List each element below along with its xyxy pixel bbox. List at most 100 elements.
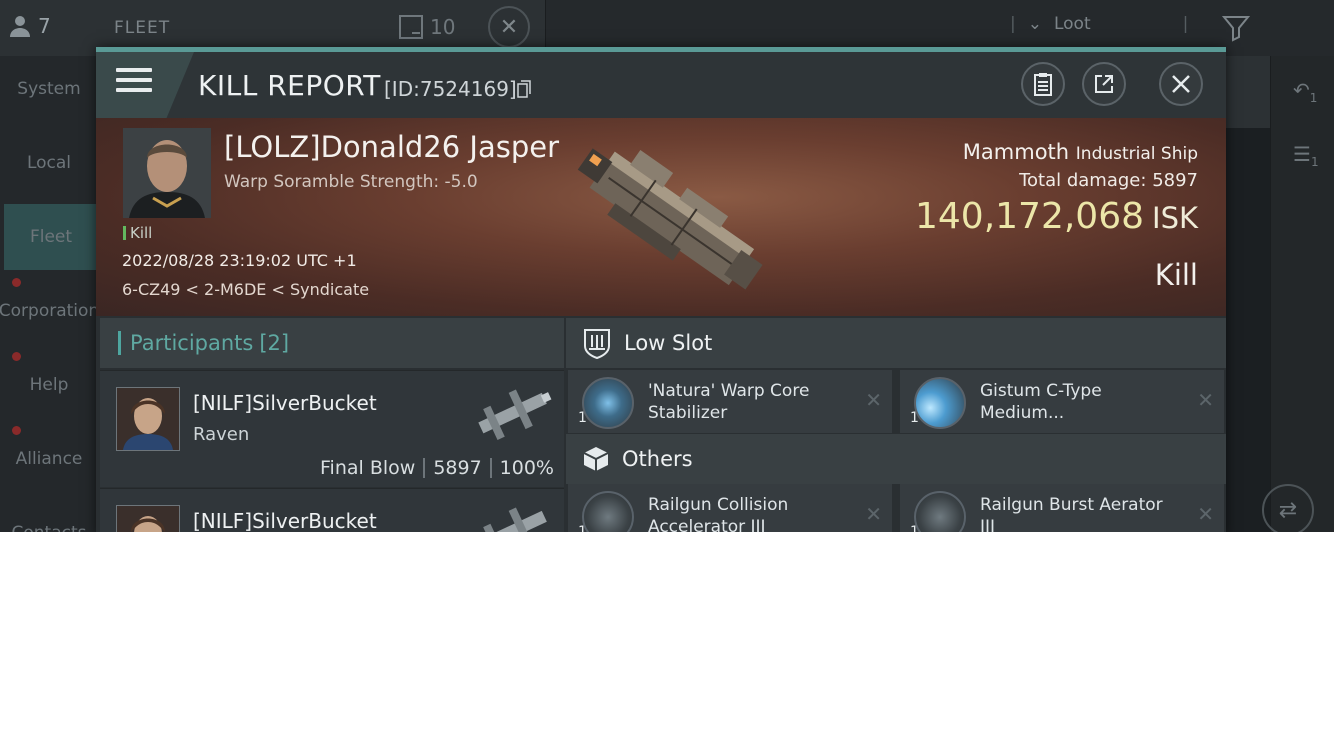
reply-icon: ↶ <box>1293 78 1310 102</box>
destroyed-x-icon: ✕ <box>865 388 882 412</box>
victim-name: [LOLZ]Donald26 Jasper <box>224 130 560 164</box>
kill-location[interactable]: 6-CZ49 < 2-M6DE < Syndicate <box>122 280 369 299</box>
participant-portrait <box>116 505 180 532</box>
participant-row[interactable]: [NILF]SilverBucket <box>100 488 564 532</box>
nav-help[interactable]: Help <box>0 352 98 418</box>
list-button[interactable]: ☰1 <box>1293 142 1319 169</box>
swap-button[interactable]: ⇄ <box>1262 484 1314 532</box>
list-icon: ☰ <box>1293 142 1311 166</box>
participant-damage: 5897 <box>433 457 482 479</box>
clipboard-icon <box>1034 73 1052 96</box>
item-quantity: 1 <box>910 410 919 426</box>
section-bar <box>118 331 121 355</box>
destroyed-x-icon: ✕ <box>865 502 882 526</box>
kill-report-window: KILL REPORT [ID:7524169] [LOLZ]Donald26 … <box>96 47 1226 532</box>
pilot-portrait-icon <box>117 388 179 450</box>
reply-button[interactable]: ↶1 <box>1293 78 1317 105</box>
participants-count: [2] <box>259 331 290 355</box>
fitting-item[interactable]: 1 Railgun Collision Accelerator III ✕ <box>568 484 892 532</box>
fitting-item[interactable]: 1 Gistum C-Type Medium... ✕ <box>900 370 1224 433</box>
railgun-rig-icon <box>582 491 634 532</box>
hamburger-menu-icon[interactable] <box>116 68 152 98</box>
side-panel <box>1226 56 1270 128</box>
low-slot-title: Low Slot <box>624 331 713 355</box>
low-slot-header: Low Slot <box>566 318 1226 368</box>
member-count-value: 7 <box>38 14 51 38</box>
item-quantity: 1 <box>578 524 587 532</box>
kill-result: Kill <box>1154 258 1198 292</box>
fitting-item[interactable]: 1 Railgun Burst Aerator III ✕ <box>900 484 1224 532</box>
warp-scramble-strength: Warp Soramble Strength: -5.0 <box>224 172 478 192</box>
clipboard-button[interactable] <box>1021 62 1065 106</box>
kill-tag-bar <box>123 226 126 240</box>
kill-banner: [LOLZ]Donald26 Jasper Warp Soramble Stre… <box>96 118 1226 316</box>
copy-icon[interactable] <box>517 80 531 98</box>
nav-fleet[interactable]: Fleet <box>4 204 98 270</box>
divider <box>423 458 426 478</box>
nav-corporation[interactable]: Corporation <box>0 278 99 344</box>
isk-value: 140,172,068 ISK <box>915 196 1198 237</box>
railgun-rig-icon <box>914 491 966 532</box>
loot-dropdown[interactable]: | ⌄ Loot | <box>1010 14 1188 34</box>
kill-tag-label: Kill <box>130 224 153 242</box>
left-nav: System Local Fleet Corporation Help Alli… <box>0 56 99 532</box>
pilot-portrait-icon <box>117 506 179 532</box>
member-count[interactable]: 7 <box>8 14 51 38</box>
participant-ship: Raven <box>193 424 250 445</box>
loot-label: Loot <box>1053 14 1091 34</box>
fitting-item[interactable]: 1 'Natura' Warp Core Stabilizer ✕ <box>568 370 892 433</box>
divider <box>489 458 492 478</box>
ship-name: Mammoth Industrial Ship <box>963 140 1198 164</box>
close-icon: ✕ <box>499 14 519 40</box>
kill-timestamp: 2022/08/28 23:19:02 UTC +1 <box>122 251 357 270</box>
swap-icon: ⇄ <box>1278 497 1298 523</box>
item-quantity: 1 <box>578 410 587 426</box>
total-damage-value: 5897 <box>1152 170 1198 191</box>
item-name: Railgun Collision Accelerator III <box>648 495 789 532</box>
share-icon <box>1095 75 1113 93</box>
close-button[interactable] <box>1159 62 1203 106</box>
warp-core-stabilizer-icon <box>582 377 634 429</box>
mammoth-ship-image <box>577 148 763 290</box>
fleet-capacity[interactable]: 10 <box>398 14 455 40</box>
kill-report-id: [ID:7524169] <box>384 77 517 101</box>
nav-contacts[interactable]: Contacts <box>0 500 98 532</box>
final-blow-label: Final Blow <box>320 457 416 479</box>
nav-alliance[interactable]: Alliance <box>0 426 98 492</box>
cargo-box-icon <box>583 447 609 471</box>
participants-title: Participants <box>130 331 254 355</box>
kill-report-header: KILL REPORT [ID:7524169] <box>96 52 1226 118</box>
ship-name-value: Mammoth <box>962 140 1070 164</box>
isk-amount: 140,172,068 <box>914 196 1145 237</box>
item-name: Railgun Burst Aerator III <box>980 495 1163 532</box>
fleet-close-button[interactable]: ✕ <box>488 6 530 48</box>
victim-portrait[interactable] <box>123 128 211 218</box>
fleet-title: FLEET <box>114 18 171 38</box>
close-icon <box>1172 75 1190 93</box>
item-quantity: 1 <box>910 524 919 532</box>
low-slot-icon <box>584 329 610 359</box>
fittings-panel: Low Slot 1 'Natura' Warp Core Stabilizer… <box>566 318 1226 532</box>
item-name: Gistum C-Type Medium... <box>980 381 1102 423</box>
destroyed-x-icon: ✕ <box>1197 502 1214 526</box>
divider: | <box>1010 14 1016 34</box>
participant-damage-percent: 100% <box>499 457 554 479</box>
others-title: Others <box>622 447 693 471</box>
nav-local[interactable]: Local <box>0 130 98 196</box>
window-icon <box>399 15 423 39</box>
kill-tag: Kill <box>123 224 152 242</box>
others-header: Others <box>566 434 1226 484</box>
nav-system[interactable]: System <box>0 56 98 122</box>
raven-ship-image <box>478 389 552 440</box>
participant-row[interactable]: [NILF]SilverBucket Raven Final Blow 5897… <box>100 370 564 487</box>
participant-portrait <box>116 387 180 451</box>
share-button[interactable] <box>1082 62 1126 106</box>
item-name: 'Natura' Warp Core Stabilizer <box>648 381 810 423</box>
pilot-portrait-icon <box>123 128 211 218</box>
filter-icon[interactable] <box>1222 14 1250 42</box>
participants-header: Participants [2] <box>100 318 564 368</box>
badge: 1 <box>1310 155 1319 169</box>
total-damage-label: Total damage: <box>1019 170 1147 191</box>
shield-booster-icon <box>914 377 966 429</box>
person-icon <box>10 16 30 37</box>
